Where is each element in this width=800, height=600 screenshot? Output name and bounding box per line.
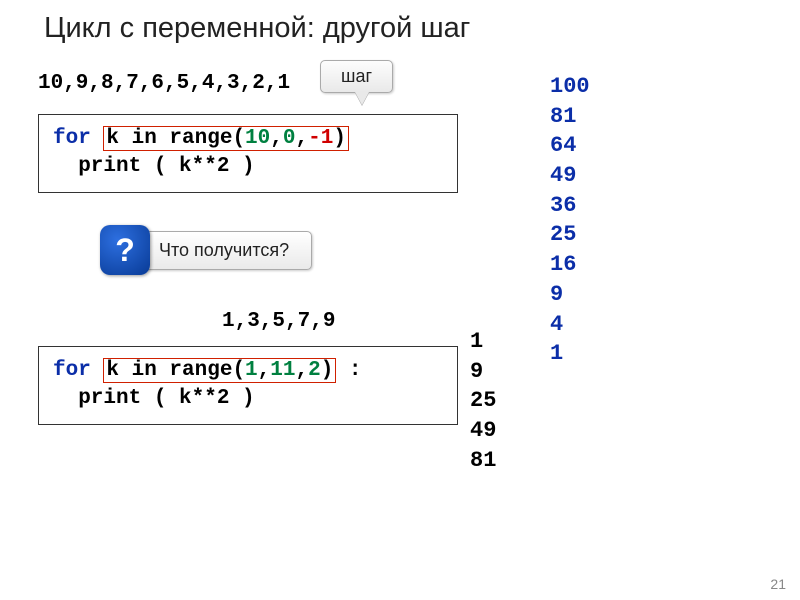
output-line: 25 [550,220,590,250]
sequence-1: 10,9,8,7,6,5,4,3,2,1 [38,72,290,95]
comma: , [295,127,308,150]
output-1: 100816449362516941 [550,72,590,369]
output-line: 9 [470,357,496,387]
paren-close: ) [333,127,346,150]
comma: , [295,359,308,382]
output-line: 36 [550,191,590,221]
output-line: 9 [550,280,590,310]
code-text: k in range( [106,359,245,382]
output-line: 49 [470,416,496,446]
output-line: 1 [470,327,496,357]
num-a: 10 [245,127,270,150]
comma: , [258,359,271,382]
question-mark-icon: ? [100,225,150,275]
code-block-1: for k in range(10,0,-1) print ( k**2 ) [38,114,458,193]
output-line: 1 [550,339,590,369]
code-text: k in range( [106,127,245,150]
output-line: 25 [470,386,496,416]
num-step: 2 [308,359,321,382]
num-step: -1 [308,127,333,150]
question-callout: ? Что получится? [100,225,312,275]
redbox-1: k in range(10,0,-1) [103,126,349,151]
paren-close: ) [321,359,334,382]
output-line: 100 [550,72,590,102]
step-callout: шаг [320,60,393,93]
question-bubble: Что получится? [140,231,312,270]
keyword-for: for [53,127,91,150]
output-2: 19254981 [470,327,496,475]
comma: , [270,127,283,150]
page-number: 21 [770,576,786,592]
code-line-2: print ( k**2 ) [53,387,255,410]
sequence-2: 1,3,5,7,9 [222,310,335,333]
output-line: 49 [550,161,590,191]
output-line: 81 [470,446,496,476]
colon: : [336,359,361,382]
page-title: Цикл с переменной: другой шаг [44,12,470,45]
num-b: 11 [270,359,295,382]
output-line: 81 [550,102,590,132]
keyword-for: for [53,359,91,382]
redbox-2: k in range(1,11,2) [103,358,336,383]
code-line-2: print ( k**2 ) [53,155,255,178]
output-line: 16 [550,250,590,280]
output-line: 4 [550,310,590,340]
num-a: 1 [245,359,258,382]
output-line: 64 [550,131,590,161]
num-b: 0 [283,127,296,150]
code-block-2: for k in range(1,11,2) : print ( k**2 ) [38,346,458,425]
